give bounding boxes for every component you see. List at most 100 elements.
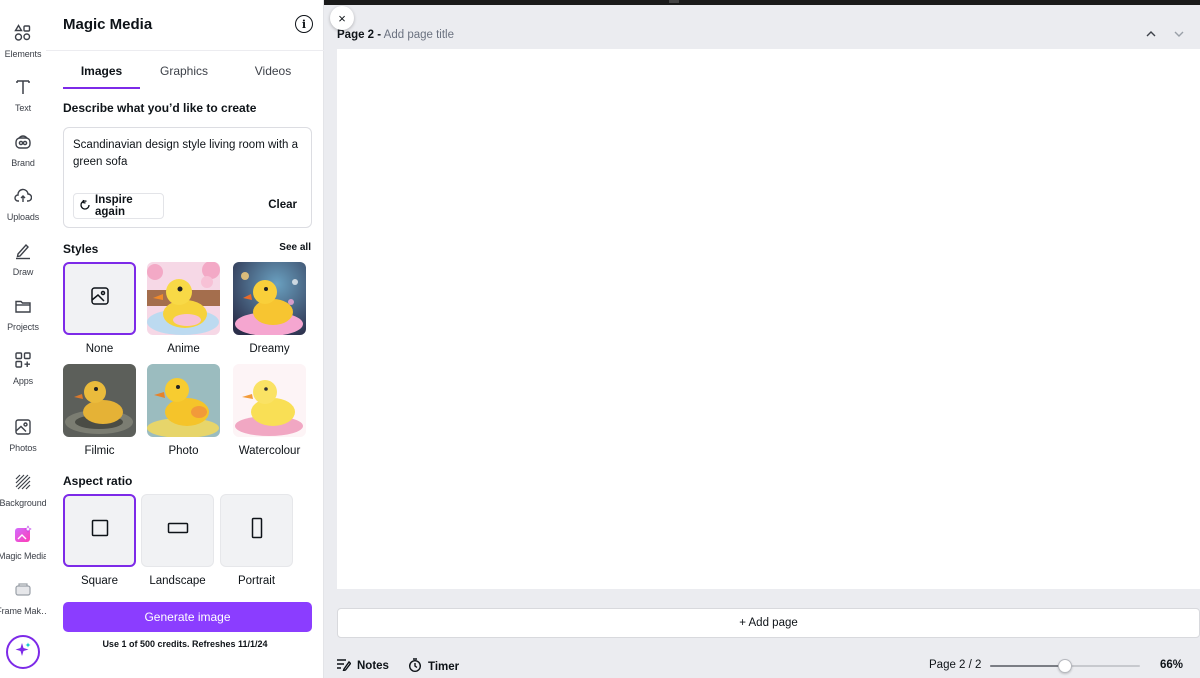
refresh-icon xyxy=(79,199,91,214)
rail-item-background[interactable]: Background xyxy=(0,469,47,519)
tab-videos[interactable]: Videos xyxy=(244,64,302,78)
rail-label: Brand xyxy=(11,158,35,168)
zoom-slider-thumb[interactable] xyxy=(1058,659,1072,673)
generate-image-button[interactable]: Generate image xyxy=(63,602,312,632)
frame-maker-icon xyxy=(10,577,36,603)
zoom-slider[interactable] xyxy=(990,659,1140,673)
aspect-ratio-label: Aspect ratio xyxy=(63,474,133,488)
notes-button[interactable]: Notes xyxy=(336,658,389,674)
page-down-button[interactable] xyxy=(1173,28,1185,43)
rail-item-elements[interactable]: Elements xyxy=(0,20,46,70)
credits-text: Use 1 of 500 credits. Refreshes 11/1/24 xyxy=(102,639,268,649)
brand-icon xyxy=(10,129,36,155)
magic-assistant-button[interactable] xyxy=(6,635,40,669)
prompt-box[interactable]: Scandinavian design style living room wi… xyxy=(63,127,312,228)
zoom-slider-fill xyxy=(990,665,1065,667)
rail-item-projects[interactable]: Projects xyxy=(0,293,46,343)
zoom-level[interactable]: 66% xyxy=(1160,659,1183,671)
landscape-icon xyxy=(167,521,189,540)
draw-icon xyxy=(10,238,36,264)
portrait-icon xyxy=(250,517,264,544)
aspect-label-landscape: Landscape xyxy=(149,575,206,587)
prompt-input[interactable]: Scandinavian design style living room wi… xyxy=(73,137,305,171)
inspire-again-button[interactable]: Inspire again xyxy=(73,193,164,219)
see-all-link[interactable]: See all xyxy=(279,242,311,253)
tab-images[interactable]: Images xyxy=(63,64,140,78)
style-tile-filmic[interactable] xyxy=(63,364,136,437)
notes-label: Notes xyxy=(357,660,389,672)
inspire-again-label: Inspire again xyxy=(95,194,133,218)
style-tile-anime[interactable] xyxy=(147,262,220,335)
magic-media-icon xyxy=(10,522,36,548)
rail-item-text[interactable]: Text xyxy=(0,74,46,124)
style-label-watercolour: Watercolour xyxy=(238,445,301,457)
styles-label: Styles xyxy=(63,242,99,256)
tab-graphics[interactable]: Graphics xyxy=(154,64,214,78)
style-tile-none[interactable] xyxy=(63,262,136,335)
timer-label: Timer xyxy=(428,660,460,673)
chevron-down-icon xyxy=(1174,31,1184,37)
rail-label: Projects xyxy=(7,322,39,332)
elements-icon xyxy=(10,20,36,46)
style-label-filmic: Filmic xyxy=(84,445,115,457)
aspect-label-square: Square xyxy=(80,575,119,587)
apps-icon xyxy=(10,347,36,373)
rail-label: Draw xyxy=(12,267,34,277)
timer-icon xyxy=(408,658,422,675)
style-tile-watercolour[interactable] xyxy=(233,364,306,437)
panel-title: Magic Media xyxy=(63,16,153,33)
page-count[interactable]: Page 2 / 2 xyxy=(929,659,981,671)
photo-duck-thumbnail xyxy=(147,364,220,437)
rail-label: Background xyxy=(0,498,47,508)
rail-label: Uploads xyxy=(6,212,40,222)
aspect-landscape-option[interactable] xyxy=(141,494,214,567)
style-tile-dreamy[interactable] xyxy=(233,262,306,335)
style-label-none: None xyxy=(85,343,114,355)
add-page-button[interactable]: + Add page xyxy=(337,608,1200,638)
uploads-icon xyxy=(10,183,36,209)
watercolour-duck-thumbnail xyxy=(233,364,306,437)
rail-label: Frame Mak… xyxy=(0,606,50,616)
page-up-button[interactable] xyxy=(1145,28,1157,43)
aspect-portrait-option[interactable] xyxy=(220,494,293,567)
rail-item-uploads[interactable]: Uploads xyxy=(0,183,46,233)
rail-item-brand[interactable]: Brand xyxy=(0,129,46,179)
magic-media-panel: Magic Media i Images Graphics Videos Des… xyxy=(46,0,324,678)
clear-button[interactable]: Clear xyxy=(268,199,297,211)
image-icon xyxy=(90,286,110,311)
rail-item-apps[interactable]: Apps xyxy=(0,347,46,397)
close-panel-button[interactable]: × xyxy=(330,6,354,30)
media-tabs: Images Graphics Videos xyxy=(46,50,324,90)
rail-item-draw[interactable]: Draw xyxy=(0,238,46,288)
page-title-input[interactable]: Add page title xyxy=(384,29,454,41)
filmic-duck-thumbnail xyxy=(63,364,136,437)
notes-icon xyxy=(336,658,352,674)
rail-item-photos[interactable]: Photos xyxy=(0,414,46,464)
rail-label: Magic Media xyxy=(0,551,48,561)
aspect-square-option[interactable] xyxy=(63,494,136,567)
folder-icon xyxy=(10,293,36,319)
style-label-dreamy: Dreamy xyxy=(249,343,290,355)
rail-item-magic-media[interactable]: Magic Media xyxy=(0,522,48,572)
background-icon xyxy=(10,469,36,495)
chevron-up-icon xyxy=(1146,31,1156,37)
anime-duck-thumbnail xyxy=(147,262,220,335)
style-label-photo: Photo xyxy=(168,445,199,457)
rail-label: Elements xyxy=(4,49,42,59)
rail-label: Text xyxy=(14,103,32,113)
info-icon[interactable]: i xyxy=(295,15,313,33)
sparkle-icon xyxy=(14,641,32,664)
timer-button[interactable]: Timer xyxy=(408,658,459,675)
aspect-label-portrait: Portrait xyxy=(237,575,276,587)
page-header: Page 2 - Add page title xyxy=(337,29,454,41)
style-tile-photo[interactable] xyxy=(147,364,220,437)
photos-icon xyxy=(10,414,36,440)
active-tab-indicator xyxy=(63,87,140,89)
rail-label: Apps xyxy=(12,376,34,386)
text-icon xyxy=(10,74,36,100)
rail-item-frame-maker[interactable]: Frame Mak… xyxy=(0,577,50,627)
design-canvas[interactable] xyxy=(337,49,1200,589)
describe-label: Describe what you’d like to create xyxy=(63,101,257,115)
rail-label: Photos xyxy=(9,443,37,453)
top-toolbar-strip xyxy=(324,0,1200,5)
